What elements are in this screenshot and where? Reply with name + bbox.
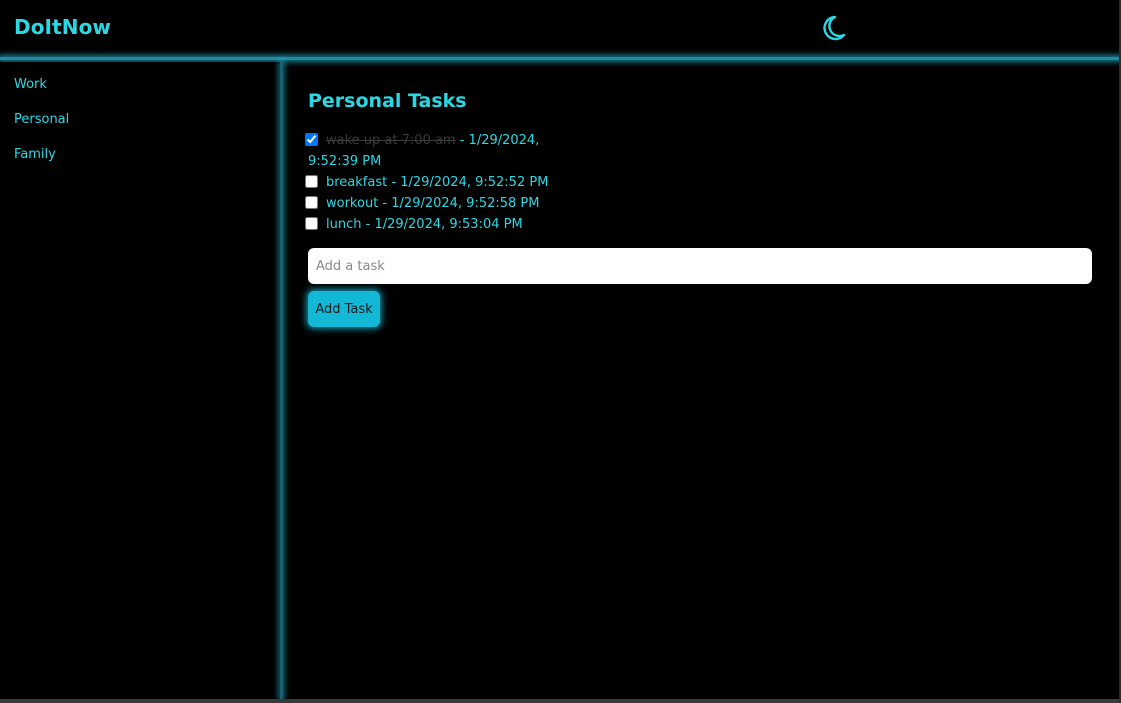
sidebar-item-label: Family	[14, 147, 56, 162]
task-name: workout	[326, 196, 379, 211]
task-name: wake up at 7:00 am	[326, 133, 456, 148]
header: DoItNow	[0, 0, 1121, 58]
sidebar-item-family[interactable]: Family	[14, 147, 56, 162]
app-root: DoItNow Work Personal Family Personal Ta…	[0, 0, 1121, 703]
add-task-input[interactable]	[308, 248, 1092, 284]
task-list: wake up at 7:00 am - 1/29/2024, 9:52:39 …	[305, 130, 588, 235]
page-title: Personal Tasks	[308, 90, 467, 112]
task-text: wake up at 7:00 am - 1/29/2024, 9:52:39 …	[308, 130, 588, 172]
task-timestamp: 1/29/2024, 9:52:58 PM	[391, 196, 540, 211]
task-item: lunch - 1/29/2024, 9:53:04 PM	[305, 214, 588, 235]
header-divider	[0, 57, 1121, 60]
task-separator: -	[387, 175, 401, 190]
task-name: breakfast	[326, 175, 388, 190]
task-item: wake up at 7:00 am - 1/29/2024, 9:52:39 …	[305, 130, 588, 172]
sidebar-item-label: Work	[14, 77, 47, 92]
add-task-button[interactable]: Add Task	[308, 291, 380, 327]
sidebar-item-label: Personal	[14, 112, 70, 127]
task-item: breakfast - 1/29/2024, 9:52:52 PM	[305, 172, 588, 193]
task-name: lunch	[326, 217, 362, 232]
sidebar-item-personal[interactable]: Personal	[14, 112, 69, 127]
task-separator: -	[361, 217, 375, 232]
app-title: DoItNow	[14, 15, 111, 39]
task-separator: -	[378, 196, 392, 211]
sidebar-divider	[280, 62, 283, 699]
task-checkbox[interactable]	[305, 217, 318, 230]
task-separator: -	[455, 133, 469, 148]
task-item: workout - 1/29/2024, 9:52:58 PM	[305, 193, 588, 214]
moon-icon[interactable]	[821, 14, 847, 42]
task-checkbox[interactable]	[305, 175, 318, 188]
bottom-scrollbar	[0, 699, 1121, 703]
task-timestamp: 1/29/2024, 9:53:04 PM	[374, 217, 523, 232]
task-checkbox[interactable]	[305, 196, 318, 209]
sidebar-item-work[interactable]: Work	[14, 77, 47, 92]
task-timestamp: 1/29/2024, 9:52:52 PM	[400, 175, 549, 190]
task-checkbox[interactable]	[305, 133, 318, 146]
sidebar: Work Personal Family	[0, 62, 280, 699]
